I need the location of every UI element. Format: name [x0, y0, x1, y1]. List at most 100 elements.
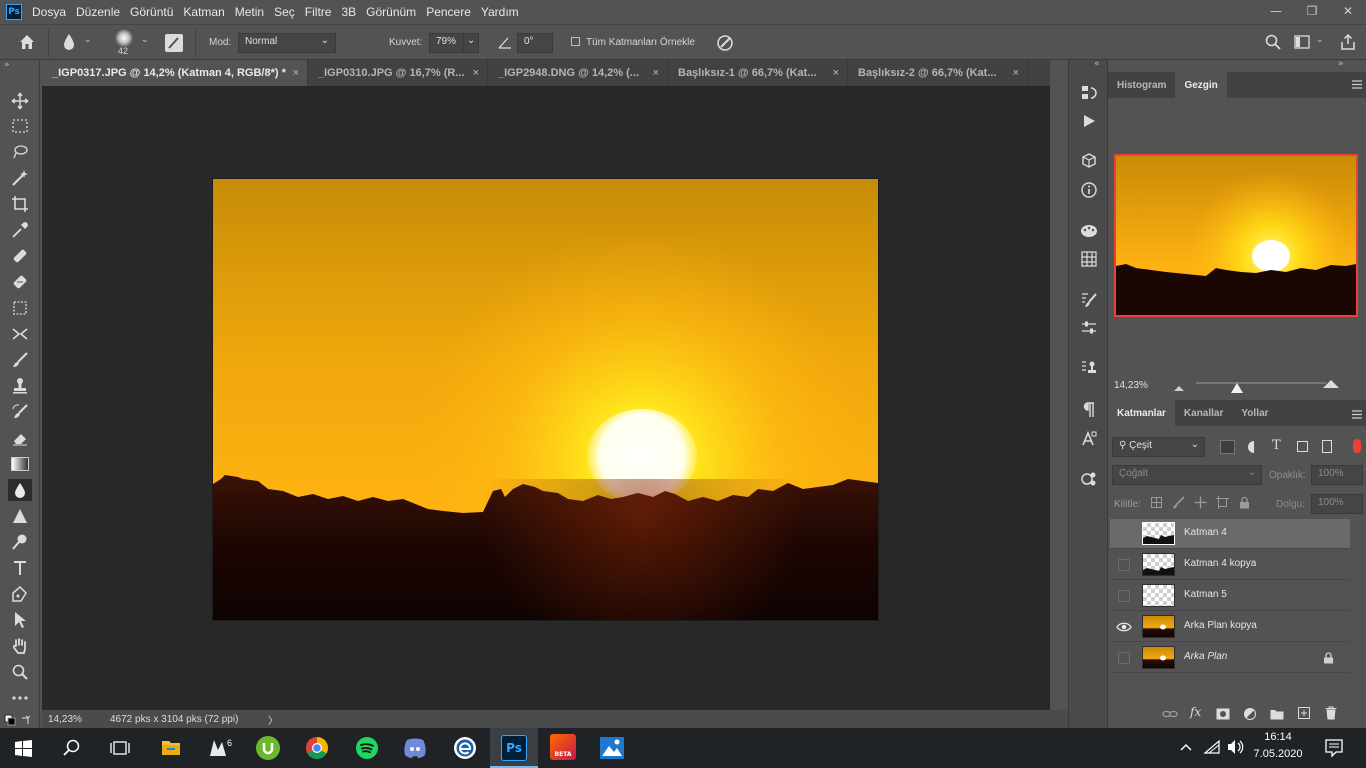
- paragraph-icon[interactable]: [1078, 399, 1100, 421]
- photos-app-icon[interactable]: [599, 736, 625, 763]
- tab-untitled-1[interactable]: Başlıksız-1 @ 66,7% (Kat... ×: [668, 60, 848, 86]
- close-button[interactable]: ✕: [1330, 0, 1366, 22]
- windows-start-icon[interactable]: [15, 740, 32, 760]
- menu-edit[interactable]: Düzenle: [76, 5, 120, 19]
- strength-chevron-down-icon[interactable]: ⌄: [463, 33, 479, 53]
- clock-time[interactable]: 16:14: [1250, 731, 1306, 743]
- actions-play-icon[interactable]: [1078, 110, 1100, 132]
- tab-igp0310[interactable]: _IGP0310.JPG @ 16,7% (R... ×: [308, 60, 488, 86]
- more-tools-icon[interactable]: [8, 687, 32, 709]
- restore-button[interactable]: ❐: [1294, 0, 1330, 22]
- tab-untitled-2[interactable]: Başlıksız-2 @ 66,7% (Kat... ×: [848, 60, 1028, 86]
- menu-help[interactable]: Yardım: [481, 5, 519, 19]
- menu-view[interactable]: Görünüm: [366, 5, 416, 19]
- lock-transparent-icon[interactable]: [1151, 497, 1162, 508]
- tab-navigator[interactable]: Gezgin: [1175, 72, 1227, 98]
- layer-name[interactable]: Katman 4 kopya: [1184, 558, 1256, 569]
- path-selection-tool-icon[interactable]: [8, 609, 32, 631]
- fill-input[interactable]: 100%: [1311, 494, 1363, 514]
- spot-healing-tool-icon[interactable]: [8, 245, 32, 267]
- workspace-icon[interactable]: [1294, 35, 1310, 52]
- discord-icon[interactable]: [403, 737, 427, 762]
- layer-visibility-toggle[interactable]: [1118, 559, 1130, 571]
- lock-artboard-icon[interactable]: [1216, 496, 1229, 512]
- clone-source-icon[interactable]: [1078, 357, 1100, 379]
- tab-igp2948[interactable]: _IGP2948.DNG @ 14,2% (... ×: [488, 60, 668, 86]
- sharpen-tool-icon[interactable]: [8, 505, 32, 527]
- eraser-tool-icon[interactable]: [8, 427, 32, 449]
- layer-row[interactable]: Katman 4: [1110, 519, 1350, 549]
- menu-image[interactable]: Görüntü: [130, 5, 173, 19]
- strength-input[interactable]: 79%: [429, 33, 464, 53]
- clone-stamp-tool-icon[interactable]: [8, 375, 32, 397]
- layer-effects-fx-icon[interactable]: fx: [1190, 705, 1201, 719]
- collapse-panels-icon[interactable]: »: [1338, 59, 1344, 69]
- lock-image-brush-icon[interactable]: [1172, 496, 1185, 512]
- layer-name[interactable]: Arka Plan: [1184, 651, 1227, 662]
- pen-tool-icon[interactable]: [8, 583, 32, 605]
- layer-row[interactable]: Arka Plan kopya: [1110, 612, 1350, 642]
- layer-filter-select[interactable]: ⚲ Çeşit ⌄: [1112, 437, 1205, 457]
- blur-tool-preset-icon[interactable]: [62, 33, 76, 54]
- share-icon[interactable]: [1339, 33, 1357, 54]
- workspace-chevron-down-icon[interactable]: ⌄: [1316, 35, 1324, 45]
- layer-row[interactable]: Katman 4 kopya: [1110, 550, 1350, 580]
- filter-adjustment-icon[interactable]: [1248, 441, 1260, 453]
- marquee-tool-icon[interactable]: [8, 115, 32, 137]
- libraries-icon[interactable]: [1078, 468, 1100, 490]
- filter-pixel-icon[interactable]: [1220, 440, 1235, 454]
- file-explorer-icon[interactable]: [161, 738, 181, 759]
- red-eye-tool-icon[interactable]: [8, 323, 32, 345]
- close-icon[interactable]: ×: [1013, 67, 1019, 79]
- move-tool-icon[interactable]: [8, 90, 32, 112]
- gradient-tool-icon[interactable]: [8, 453, 32, 475]
- close-icon[interactable]: ×: [833, 67, 839, 79]
- menu-3d[interactable]: 3B: [341, 5, 356, 19]
- menu-type[interactable]: Metin: [235, 5, 264, 19]
- close-icon[interactable]: ×: [473, 67, 479, 79]
- spotify-icon[interactable]: [355, 736, 379, 763]
- tab-histogram[interactable]: Histogram: [1108, 72, 1175, 98]
- chrome-icon[interactable]: [305, 736, 329, 763]
- tab-layers[interactable]: Katmanlar: [1108, 400, 1175, 426]
- layer-name[interactable]: Katman 5: [1184, 589, 1227, 600]
- browser-e-icon[interactable]: [453, 736, 477, 763]
- search-icon[interactable]: [1264, 33, 1282, 54]
- menu-filter[interactable]: Filtre: [305, 5, 332, 19]
- task-view-icon[interactable]: [110, 740, 130, 759]
- adjustment-layer-icon[interactable]: [1244, 708, 1256, 720]
- zoom-level[interactable]: 14,23%: [48, 714, 108, 725]
- menu-select[interactable]: Seç: [274, 5, 295, 19]
- angle-input[interactable]: 0°: [517, 33, 553, 53]
- lock-position-icon[interactable]: [1194, 496, 1207, 512]
- new-group-folder-icon[interactable]: [1270, 708, 1284, 723]
- panel-menu-icon[interactable]: [1352, 409, 1362, 422]
- layer-name[interactable]: Arka Plan kopya: [1184, 620, 1257, 631]
- panel-menu-icon[interactable]: [1352, 79, 1362, 92]
- tab-paths[interactable]: Yollar: [1232, 400, 1277, 426]
- brush-tip-icon[interactable]: [115, 29, 133, 47]
- eye-icon[interactable]: [1116, 621, 1132, 636]
- sample-all-layers-checkbox[interactable]: [571, 37, 580, 46]
- navigator-zoom-value[interactable]: 14,23%: [1114, 380, 1148, 391]
- action-center-icon[interactable]: [1325, 739, 1343, 760]
- zoom-slider-track[interactable]: [1196, 382, 1326, 384]
- pressure-pen-icon[interactable]: [715, 33, 735, 56]
- layer-row[interactable]: Katman 5: [1110, 581, 1350, 611]
- layer-visibility-toggle[interactable]: [1118, 528, 1130, 540]
- minimize-button[interactable]: —: [1258, 0, 1294, 22]
- new-layer-icon[interactable]: [1298, 707, 1310, 722]
- eyedropper-tool-icon[interactable]: [8, 219, 32, 241]
- opacity-input[interactable]: 100%: [1311, 465, 1363, 485]
- blend-mode-select[interactable]: Çoğalt ⌄: [1112, 465, 1262, 485]
- menu-file[interactable]: Dosya: [32, 5, 66, 19]
- beta-app-icon[interactable]: BETA: [550, 734, 576, 760]
- trash-icon[interactable]: [1325, 706, 1337, 723]
- taskbar-search-icon[interactable]: [63, 739, 81, 760]
- adjustments-sliders-icon[interactable]: [1078, 317, 1100, 339]
- swatches-grid-icon[interactable]: [1078, 248, 1100, 270]
- collapse-toolbar-icon[interactable]: »: [4, 60, 10, 70]
- sunset-photo[interactable]: [213, 179, 878, 620]
- home-icon[interactable]: [18, 33, 36, 54]
- network-wifi-icon[interactable]: [1203, 739, 1221, 758]
